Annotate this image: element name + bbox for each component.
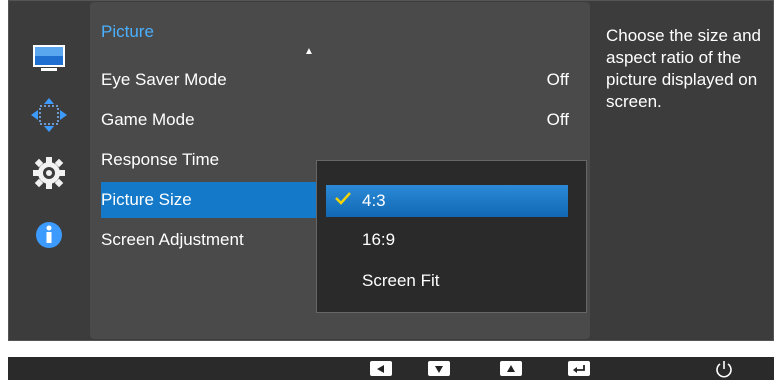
info-icon[interactable] (29, 217, 69, 253)
sidebar (9, 1, 89, 340)
gear-icon[interactable] (29, 155, 69, 191)
left-arrow-icon[interactable] (370, 361, 392, 376)
menu-item-value: Off (546, 70, 569, 89)
option-label: 4:3 (362, 191, 386, 210)
menu-title: Picture (101, 22, 154, 41)
menu-item-label: Game Mode (101, 110, 195, 129)
scroll-up-icon[interactable]: ▲ (304, 46, 314, 57)
option-label: Screen Fit (362, 271, 440, 290)
menu-item-picture-size[interactable]: Picture Size (101, 182, 331, 218)
menu-item-game-mode[interactable]: Game Mode Off (101, 102, 581, 138)
menu-item-eye-saver-mode[interactable]: Eye Saver Mode Off (101, 62, 581, 98)
resize-arrows-icon[interactable] (29, 97, 69, 133)
power-icon[interactable] (714, 359, 734, 379)
enter-icon[interactable] (568, 361, 590, 376)
osd-window: Picture ▲ Eye Saver Mode Off Game Mode O… (8, 0, 774, 341)
button-guide-bar (8, 357, 774, 380)
picture-size-submenu: 4:3 16:9 Screen Fit (316, 160, 587, 313)
check-icon (335, 192, 351, 205)
help-text: Choose the size and aspect ratio of the … (606, 26, 761, 111)
monitor-icon[interactable] (29, 41, 69, 77)
option-label: 16:9 (362, 230, 396, 249)
menu-item-value: Off (546, 110, 569, 129)
option-16-9[interactable]: 16:9 (326, 224, 568, 256)
up-arrow-icon[interactable] (500, 361, 522, 376)
menu-item-label: Response Time (101, 150, 220, 169)
menu-item-label: Picture Size (101, 190, 192, 209)
option-4-3[interactable]: 4:3 (326, 185, 568, 217)
down-arrow-icon[interactable] (428, 361, 450, 376)
menu-item-label: Eye Saver Mode (101, 70, 227, 89)
menu-item-label: Screen Adjustment (101, 230, 244, 249)
option-screen-fit[interactable]: Screen Fit (326, 265, 568, 297)
